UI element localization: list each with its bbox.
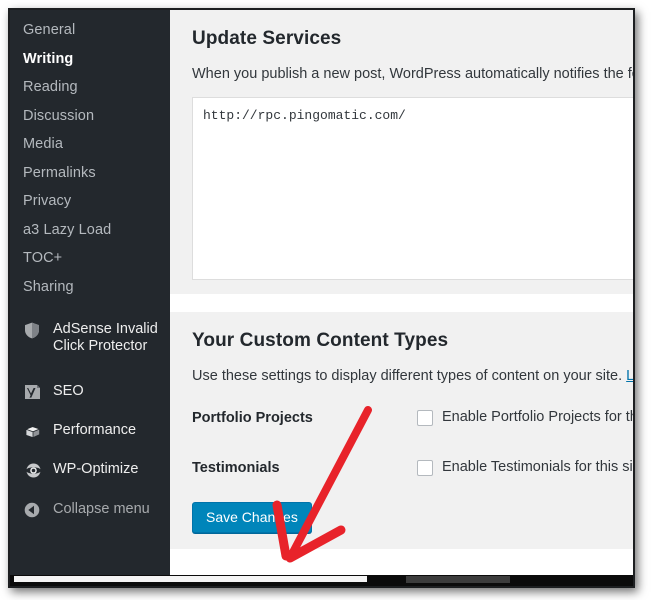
- sidebar-item-adsense-invalid-click-protector[interactable]: AdSense Invalid Click Protector: [10, 315, 170, 361]
- page-title: Update Services: [192, 28, 342, 49]
- sidebar-item-privacy[interactable]: Privacy: [10, 187, 170, 216]
- sidebar-item-label: WP-Optimize: [53, 461, 139, 477]
- cpt-label: Testimonials: [192, 460, 280, 476]
- browser-screenshot-frame: General Writing Reading Discussion Media…: [8, 8, 635, 588]
- custom-content-types-section: Your Custom Content Types Use these sett…: [170, 312, 633, 549]
- sidebar-divider: [10, 301, 170, 315]
- checkbox-testimonials[interactable]: [417, 460, 433, 476]
- sidebar-item-general[interactable]: General: [10, 16, 170, 45]
- settings-content-area: Update Services When you publish a new p…: [170, 10, 633, 586]
- submit-zone: Save Changes: [192, 476, 633, 545]
- save-changes-button[interactable]: Save Changes: [192, 502, 312, 533]
- update-services-section: Update Services When you publish a new p…: [170, 10, 633, 294]
- cpt-row-portfolio-projects: Portfolio Projects Enable Portfolio Proj…: [192, 409, 633, 426]
- sidebar-item-seo[interactable]: SEO: [10, 377, 170, 407]
- chevron-left-circle-icon: [24, 501, 46, 519]
- yoast-seo-icon: [24, 383, 46, 401]
- checkbox-label: Enable Portfolio Projects for this: [442, 409, 633, 425]
- section-spacer: [170, 294, 633, 312]
- update-services-description: When you publish a new post, WordPress a…: [192, 66, 633, 82]
- learn-more-link[interactable]: Learn Mo: [626, 368, 633, 384]
- ping-sites-textarea[interactable]: [192, 97, 633, 280]
- sidebar-item-sharing[interactable]: Sharing: [10, 273, 170, 302]
- eye-icon: [24, 461, 46, 479]
- scrollbar-thumb[interactable]: [406, 576, 510, 583]
- cpt-row-testimonials: Testimonials Enable Testimonials for thi…: [192, 459, 633, 476]
- checkbox-portfolio-projects[interactable]: [417, 410, 433, 426]
- custom-content-types-title: Your Custom Content Types: [192, 330, 449, 351]
- sidebar-item-reading[interactable]: Reading: [10, 73, 170, 102]
- sidebar-item-discussion[interactable]: Discussion: [10, 102, 170, 131]
- sidebar-item-writing[interactable]: Writing: [10, 45, 170, 74]
- scrollbar-track[interactable]: [14, 576, 367, 582]
- sidebar-item-label: AdSense Invalid Click Protector: [53, 321, 158, 354]
- custom-content-types-description: Use these settings to display different …: [192, 366, 633, 387]
- sidebar-item-wp-optimize[interactable]: WP-Optimize: [10, 455, 170, 485]
- sidebar-item-a3-lazy-load[interactable]: a3 Lazy Load: [10, 216, 170, 245]
- sidebar-item-label: Performance: [53, 422, 137, 438]
- sidebar-item-performance[interactable]: Performance: [10, 416, 170, 446]
- sidebar-item-permalinks[interactable]: Permalinks: [10, 159, 170, 188]
- checkbox-label: Enable Testimonials for this site.: [442, 459, 633, 475]
- settings-content-inner: Update Services When you publish a new p…: [170, 10, 633, 586]
- sidebar-item-label: SEO: [53, 383, 84, 399]
- sidebar-item-media[interactable]: Media: [10, 130, 170, 159]
- cpt-enable-testimonials-control[interactable]: Enable Testimonials for this site.: [417, 459, 633, 476]
- description-text: Use these settings to display different …: [192, 368, 627, 384]
- sidebar-item-toc-plus[interactable]: TOC+: [10, 244, 170, 273]
- cpt-label: Portfolio Projects: [192, 410, 313, 426]
- admin-sidebar: General Writing Reading Discussion Media…: [10, 10, 170, 586]
- sidebar-item-label: Collapse menu: [53, 501, 150, 517]
- cube-icon: [24, 422, 46, 440]
- sidebar-item-collapse-menu[interactable]: Collapse menu: [10, 495, 170, 525]
- shield-icon: [24, 321, 46, 339]
- horizontal-scrollbar[interactable]: [10, 575, 633, 586]
- cpt-enable-portfolio-projects-control[interactable]: Enable Portfolio Projects for this: [417, 409, 633, 426]
